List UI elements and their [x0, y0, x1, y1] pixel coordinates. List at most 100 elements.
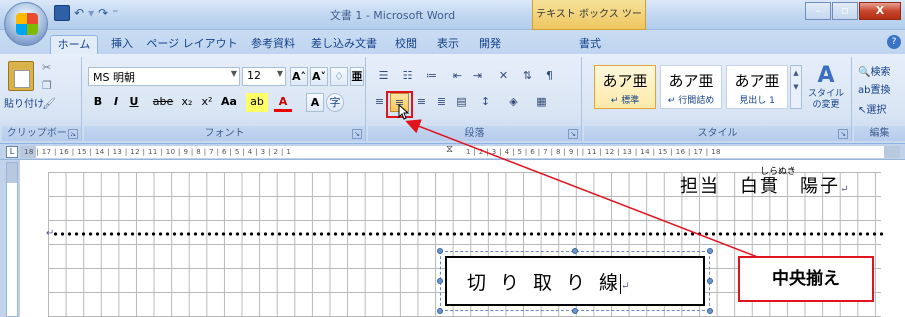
horizontal-ruler[interactable]: 18 | 17 | 16 | 15 | 14 | 13 | 12 | 11 | …: [20, 144, 900, 158]
tab-page-layout[interactable]: ページ レイアウト: [146, 35, 238, 54]
style-no-spacing[interactable]: あア亜 ↵ 行間詰め: [660, 65, 722, 109]
change-styles-label: スタイルの変更: [807, 89, 844, 110]
bullets-icon[interactable]: ☰: [374, 67, 393, 86]
style-name: ↵ 標準: [610, 96, 640, 106]
text-direction-icon[interactable]: ✕: [494, 67, 513, 86]
multilevel-list-icon[interactable]: ≔: [422, 67, 441, 86]
group-clipboard: 貼り付け ✂ ❐ 🖌 クリップボー... ↘: [2, 57, 82, 141]
help-icon[interactable]: ?: [887, 35, 901, 49]
font-launcher-icon[interactable]: ↘: [352, 129, 362, 139]
align-right-icon[interactable]: ≡: [412, 93, 431, 112]
context-tab-textbox-tools: テキスト ボックス ツール: [532, 0, 646, 50]
maximize-button[interactable]: ▫: [832, 2, 858, 20]
tab-insert[interactable]: 挿入: [104, 35, 140, 54]
resize-handle[interactable]: [437, 248, 443, 254]
paste-icon[interactable]: [8, 61, 34, 91]
paragraph-mark: ↵: [840, 184, 851, 195]
tab-review[interactable]: 校閲: [388, 35, 424, 54]
borders-icon[interactable]: ▦: [532, 93, 551, 112]
cut-icon[interactable]: ✂: [42, 61, 56, 75]
phonetic-guide-icon[interactable]: 亜: [350, 67, 364, 86]
character-shading-icon[interactable]: A: [306, 93, 324, 112]
font-color-button[interactable]: A: [274, 93, 292, 112]
tab-mailings[interactable]: 差し込み文書: [308, 35, 380, 54]
dotted-cut-line: [52, 232, 886, 236]
ruler-right-scale: 1 | 2 | 3 | 4 | 5 | 6 | 7 | 8 | 9 | | 11…: [466, 148, 721, 156]
minimize-button[interactable]: –: [805, 2, 831, 20]
numbering-icon[interactable]: ☷: [398, 67, 417, 86]
indent-marker-icon[interactable]: ⧖: [446, 144, 453, 155]
find-button[interactable]: 🔍検索: [858, 63, 890, 78]
resize-handle[interactable]: [437, 308, 443, 314]
superscript-button[interactable]: x²: [198, 93, 216, 112]
tanto-text: 担当 白貫 陽子: [680, 176, 840, 197]
group-label-paragraph: 段落: [368, 126, 581, 141]
tab-developer[interactable]: 開発: [472, 35, 508, 54]
change-styles-button[interactable]: A スタイルの変更: [806, 63, 846, 111]
change-case-button[interactable]: Aa: [218, 93, 240, 112]
chevron-down-icon: ▼: [230, 69, 237, 78]
paragraph-launcher-icon[interactable]: ↘: [568, 129, 578, 139]
tab-selector-icon[interactable]: L: [6, 146, 18, 158]
enclose-characters-icon[interactable]: 字: [326, 93, 344, 112]
office-button[interactable]: [4, 2, 48, 46]
select-label: 選択: [866, 105, 887, 116]
style-heading-1[interactable]: あア亜 見出し 1: [726, 65, 788, 109]
font-size-box[interactable]: 12 ▼: [242, 67, 286, 86]
change-styles-icon: A: [817, 63, 835, 88]
show-marks-icon[interactable]: ¶: [540, 67, 559, 86]
paste-button-label[interactable]: 貼り付け: [4, 95, 44, 110]
style-normal[interactable]: あア亜 ↵ 標準: [594, 65, 656, 109]
line-spacing-icon[interactable]: ↕: [476, 93, 495, 112]
resize-handle[interactable]: [437, 278, 443, 284]
resize-handle[interactable]: [707, 308, 713, 314]
binoculars-icon: 🔍: [858, 67, 871, 78]
styles-launcher-icon[interactable]: ↘: [838, 129, 848, 139]
replace-button[interactable]: ab置換: [858, 81, 890, 96]
underline-button[interactable]: U: [126, 93, 142, 112]
cut-line-textbox[interactable]: 切り取り線↵: [445, 256, 705, 306]
font-name-box[interactable]: MS 明朝 ▼: [88, 67, 240, 86]
horizontal-ruler-bar: L 18 | 17 | 16 | 15 | 14 | 13 | 12 | 11 …: [0, 144, 905, 160]
chevron-down-icon: ▼: [276, 69, 283, 78]
resize-handle[interactable]: [707, 248, 713, 254]
close-button[interactable]: X: [859, 2, 901, 20]
bold-button[interactable]: B: [90, 93, 106, 112]
tab-references[interactable]: 参考資料: [246, 35, 300, 54]
distributed-icon[interactable]: ▤: [452, 93, 471, 112]
tab-format[interactable]: 書式: [570, 35, 610, 54]
tab-view[interactable]: 表示: [430, 35, 466, 54]
ribbon-tabs: ホーム 挿入 ページ レイアウト 参考資料 差し込み文書 校閲 表示 開発 書式…: [0, 30, 905, 54]
tab-home[interactable]: ホーム: [50, 35, 98, 54]
justify-icon[interactable]: ≣: [432, 93, 451, 112]
clipboard-launcher-icon[interactable]: ↘: [68, 129, 78, 139]
ruler-margin-right: [884, 146, 900, 158]
strikethrough-button[interactable]: abe: [150, 93, 176, 112]
italic-button[interactable]: I: [108, 93, 124, 112]
format-painter-icon[interactable]: 🖌: [42, 97, 56, 111]
increase-indent-icon[interactable]: ⇥: [468, 67, 487, 86]
sort-icon[interactable]: ⇅: [518, 67, 537, 86]
annotation-callout: 中央揃え: [738, 256, 874, 302]
resize-handle[interactable]: [572, 248, 578, 254]
grow-font-button[interactable]: A˄: [290, 67, 308, 86]
style-gallery-scroll[interactable]: ▲ ▼: [790, 65, 802, 109]
find-label: 検索: [870, 67, 891, 78]
subscript-button[interactable]: x₂: [178, 93, 196, 112]
decrease-indent-icon[interactable]: ⇤: [448, 67, 467, 86]
shrink-font-button[interactable]: A˅: [310, 67, 328, 86]
font-name-value: MS 明朝: [93, 71, 135, 84]
paragraph-mark: ↵: [621, 281, 630, 292]
tanto-line[interactable]: 担当 白貫 陽子↵: [680, 172, 850, 198]
style-sample: あア亜: [734, 72, 780, 90]
resize-handle[interactable]: [707, 278, 713, 284]
resize-handle[interactable]: [572, 308, 578, 314]
textbox-text: 切り取り線↵: [467, 268, 629, 295]
select-button[interactable]: ↖選択: [858, 101, 886, 116]
highlight-icon[interactable]: ab: [246, 93, 268, 112]
shading-icon[interactable]: ◈: [504, 93, 523, 112]
copy-icon[interactable]: ❐: [42, 79, 56, 93]
style-sample: あア亜: [602, 72, 648, 90]
clear-format-icon[interactable]: ♢: [330, 67, 348, 86]
vertical-ruler[interactable]: [6, 162, 18, 317]
